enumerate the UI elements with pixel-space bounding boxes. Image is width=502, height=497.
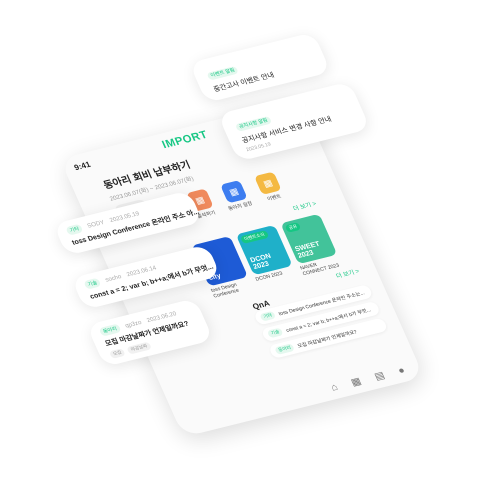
notice-badge: 이벤트 알림 [206,65,240,81]
poster-big-text: SWEET 2023 [294,240,322,260]
more-link[interactable]: 더 보기 > [291,199,317,212]
category-badge: 기타 [65,223,84,236]
quick-schedule[interactable]: ▦ 동아리 일정 [217,179,254,212]
card-user: SODY [86,219,106,230]
message-icon[interactable]: ▤ [373,370,387,382]
card-tag: 모집 [108,348,127,359]
calendar-icon: ▦ [254,171,282,195]
grid-icon[interactable]: ▦ [349,376,363,388]
poster-tag: 이벤트소식 [239,230,270,245]
poster-tag: 공유 [284,221,302,233]
qna-list: 기타 toss Design Conference 온라인 주소는... 기술 … [253,284,390,363]
card-user: qp3zo [124,319,143,330]
category-badge: 동아리 [274,343,296,355]
home-icon[interactable]: ⌂ [329,382,339,394]
poster-list: city toss Design Conference 이벤트소식 DCON 2… [191,213,343,299]
card-user: socho [104,273,123,284]
notice-title: 중간고사 이벤트 안내 [212,72,276,94]
person-icon[interactable]: ● [396,365,406,377]
category-badge: 기술 [266,327,284,339]
category-badge: 기술 [83,277,102,290]
tab-bar: ⌂ ▦ ▤ ● [322,363,414,395]
card-tag: 마감날짜 [126,341,152,355]
calendar-icon: ▦ [220,179,248,204]
category-badge: 기타 [259,310,277,322]
poster-big-text: DCON 2023 [249,252,273,271]
